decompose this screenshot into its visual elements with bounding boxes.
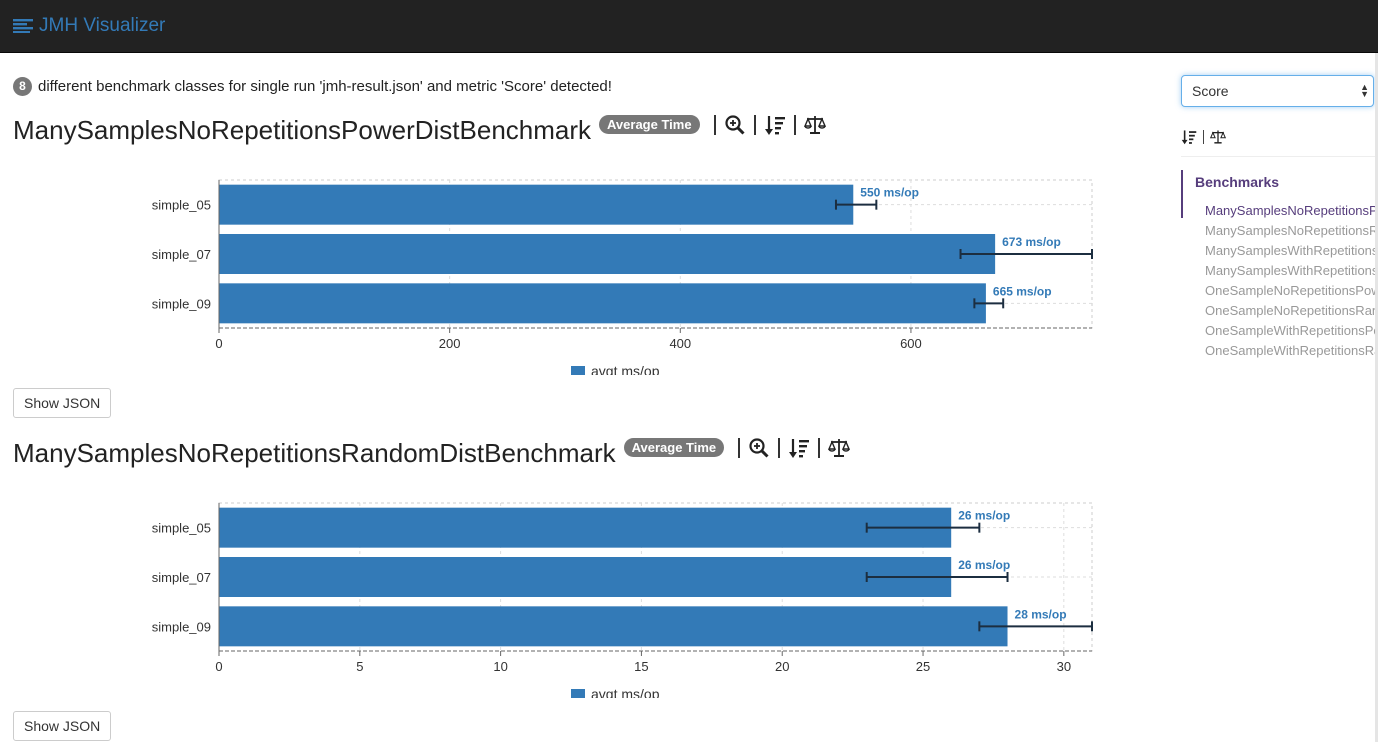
bar [219, 557, 952, 597]
navbar: JMH Visualizer [0, 0, 1378, 53]
mode-badge: Average Time [599, 115, 700, 134]
x-tick-label: 0 [215, 659, 222, 674]
benchmark-nav-title: Benchmarks [1195, 174, 1280, 190]
x-tick-label: 15 [634, 659, 648, 674]
sort-descending-icon[interactable] [1181, 129, 1197, 145]
category-label: simple_09 [152, 619, 211, 634]
legend-label: avgt ms/op [591, 363, 660, 375]
metric-select[interactable]: Score ▲ ▼ [1181, 75, 1374, 107]
toolbar-divider [713, 114, 716, 135]
legend-label: avgt ms/op [591, 686, 660, 698]
intro-text: 8 different benchmark classes for single… [13, 77, 612, 96]
data-label: 665 ms/op [993, 284, 1052, 298]
toolbar-divider [778, 437, 781, 458]
benchmark-nav-item[interactable]: OneSampleNoRepetitionsRandomDistBenchmar… [1205, 301, 1378, 321]
sort-descending-icon[interactable] [788, 437, 810, 459]
sort-descending-icon[interactable] [764, 114, 786, 136]
x-tick-label: 400 [669, 336, 691, 351]
benchmark-count-badge: 8 [13, 77, 32, 96]
menu-lines-icon [13, 19, 33, 33]
bar [219, 234, 996, 274]
x-tick-label: 30 [1057, 659, 1071, 674]
data-label: 26 ms/op [958, 558, 1010, 572]
select-arrows-icon: ▲ ▼ [1360, 82, 1369, 99]
sidebar-divider [1181, 156, 1378, 157]
intro-message: different benchmark classes for single r… [38, 78, 612, 95]
benchmark-nav-item[interactable]: OneSampleWithRepetitionsPowerDistBenchma… [1205, 321, 1378, 341]
data-label: 26 ms/op [958, 509, 1010, 523]
data-label: 28 ms/op [1015, 607, 1067, 621]
balance-scale-icon[interactable] [803, 114, 826, 136]
data-label: 673 ms/op [1002, 235, 1061, 249]
benchmark-nav-item[interactable]: ManySamplesWithRepetitionsRandomDistBenc… [1205, 261, 1378, 281]
mode-badge: Average Time [623, 438, 725, 457]
benchmark-title: ManySamplesNoRepetitionsPowerDistBenchma… [13, 115, 592, 145]
metric-select-value: Score [1192, 83, 1229, 99]
toolbar-divider [1203, 130, 1204, 144]
app-title: JMH Visualizer [39, 15, 166, 36]
bar [219, 606, 1008, 647]
toolbar-divider [753, 114, 756, 135]
benchmark-nav-item[interactable]: ManySamplesNoRepetitionsRandomDistBenchm… [1205, 221, 1378, 241]
balance-scale-icon[interactable] [1210, 129, 1226, 145]
x-tick-label: 600 [900, 336, 922, 351]
app-brand[interactable]: JMH Visualizer [13, 13, 165, 39]
benchmark-nav-list: ManySamplesNoRepetitionsPowerDistBenchma… [1205, 201, 1378, 361]
show-json-button[interactable]: Show JSON [13, 388, 112, 418]
x-tick-label: 0 [215, 336, 222, 351]
benchmark-chart: 550 ms/op simple_05 673 ms/op simple_07 665 … [152, 179, 1093, 375]
category-label: simple_05 [152, 198, 211, 213]
bar [219, 184, 854, 225]
benchmark-title: ManySamplesNoRepetitionsRandomDistBenchm… [13, 438, 616, 468]
show-json-button[interactable]: Show JSON [13, 711, 112, 741]
data-label: 550 ms/op [860, 186, 919, 200]
toolbar-divider [738, 437, 741, 458]
x-tick-label: 10 [493, 659, 507, 674]
category-label: simple_07 [152, 247, 211, 262]
legend-swatch [571, 689, 585, 698]
legend-swatch [571, 366, 585, 375]
category-label: simple_05 [152, 521, 211, 536]
x-tick-label: 5 [356, 659, 363, 674]
balance-scale-icon[interactable] [828, 437, 851, 459]
benchmark-nav-item[interactable]: OneSampleNoRepetitionsPowerDistBenchmark [1205, 281, 1378, 301]
benchmark-nav-item[interactable]: ManySamplesNoRepetitionsPowerDistBenchma… [1205, 201, 1378, 221]
x-tick-label: 25 [916, 659, 930, 674]
zoom-in-icon[interactable] [748, 437, 770, 459]
benchmark-chart: 26 ms/op simple_05 26 ms/op simple_07 28 ms/… [152, 502, 1093, 698]
bar [219, 507, 952, 548]
toolbar-divider [793, 114, 796, 135]
benchmark-nav-item[interactable]: OneSampleWithRepetitionsRandomDistBenchm… [1205, 341, 1378, 361]
x-tick-label: 200 [439, 336, 461, 351]
x-tick-label: 20 [775, 659, 789, 674]
sidebar-toolbar [1181, 127, 1226, 147]
category-label: simple_09 [152, 296, 211, 311]
toolbar-divider [818, 437, 821, 458]
zoom-in-icon[interactable] [724, 114, 746, 136]
category-label: simple_07 [152, 570, 211, 585]
bar [219, 283, 986, 324]
benchmark-nav-item[interactable]: ManySamplesWithRepetitionsPowerDistBench… [1205, 241, 1378, 261]
